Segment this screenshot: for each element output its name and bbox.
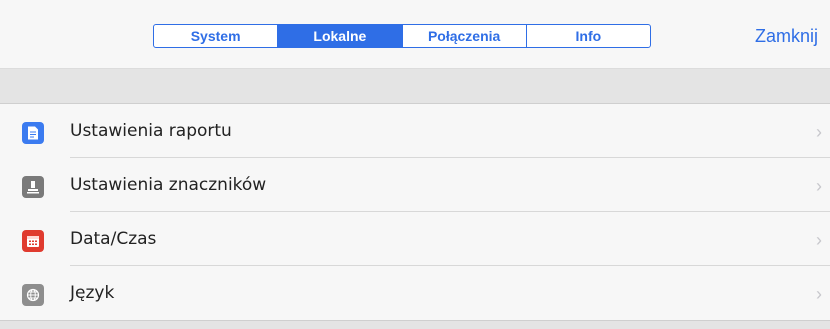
list-item-language[interactable]: Język › — [0, 266, 830, 320]
close-button[interactable]: Zamknij — [755, 24, 818, 48]
list-item-report-settings[interactable]: Ustawienia raportu › — [0, 104, 830, 158]
chevron-right-icon: › — [816, 122, 822, 142]
tab-system[interactable]: System — [154, 25, 279, 47]
section-header — [0, 68, 830, 104]
stamp-icon — [22, 176, 44, 198]
list-item-marker-settings[interactable]: Ustawienia znaczników › — [0, 158, 830, 212]
list-item-label: Język — [70, 283, 115, 303]
calendar-icon — [22, 230, 44, 252]
tab-polaczenia[interactable]: Połączenia — [403, 25, 527, 47]
chevron-right-icon: › — [816, 284, 822, 304]
bottom-divider — [0, 320, 830, 329]
list-item-label: Ustawienia znaczników — [70, 175, 267, 195]
settings-list: Ustawienia raportu › Ustawienia znacznik… — [0, 104, 830, 320]
chevron-right-icon: › — [816, 230, 822, 250]
document-icon — [22, 122, 44, 144]
tab-info[interactable]: Info — [527, 25, 650, 47]
list-item-date-time[interactable]: Data/Czas › — [0, 212, 830, 266]
chevron-right-icon: › — [816, 176, 822, 196]
top-bar: System Lokalne Połączenia Info Zamknij — [0, 0, 830, 68]
tab-lokalne[interactable]: Lokalne — [278, 25, 403, 47]
globe-icon — [22, 284, 44, 306]
list-item-label: Ustawienia raportu — [70, 121, 232, 141]
list-item-label: Data/Czas — [70, 229, 157, 249]
segmented-control: System Lokalne Połączenia Info — [153, 24, 651, 48]
